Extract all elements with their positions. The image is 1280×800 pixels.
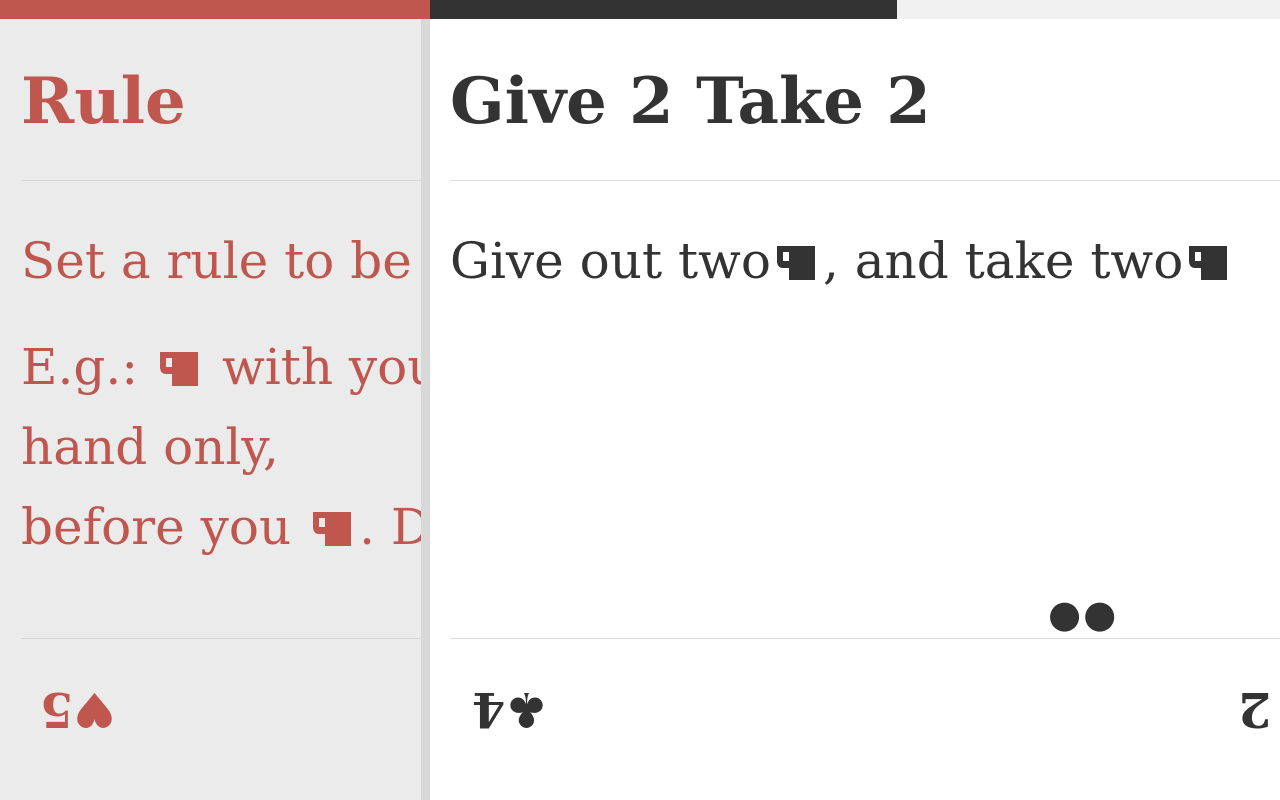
give-take-text-b: , and take two (822, 232, 1184, 290)
mug-icon (313, 512, 352, 546)
give-take-text-a: Give out two (450, 232, 771, 290)
progress-bar (0, 0, 1280, 19)
mug-icon (160, 352, 199, 386)
give-take-divider-top (450, 180, 1280, 181)
card-value-right: 2 (1238, 681, 1272, 737)
progress-segment-rule (0, 0, 430, 19)
give-take-divider-bottom (450, 638, 1280, 639)
card-shadow (421, 19, 430, 800)
progress-segment-remaining (897, 0, 1280, 19)
give-take-corner-right: 2 (1238, 681, 1272, 737)
give-take-corner: 4♣ (472, 681, 549, 737)
mug-icon (1189, 246, 1228, 280)
give-take-card-title: Give 2 Take 2 (450, 64, 931, 139)
rule-example-prefix: E.g.: (21, 338, 139, 396)
card-value: 5 (40, 681, 74, 737)
rule-card-description: Set a rule to be followed. (21, 232, 430, 290)
progress-segment-current (430, 0, 897, 19)
rule-card[interactable]: Rule Set a rule to be followed. E.g.: wi… (0, 19, 430, 800)
rule-card-example: E.g.: with your left hand only, before y… (21, 327, 430, 567)
rule-card-title: Rule (21, 64, 186, 139)
rule-card-corner: 5♥ (40, 681, 117, 737)
rule-example-end: . Do (359, 498, 430, 556)
drink-count-dots: ●● (1048, 592, 1119, 636)
give-take-card[interactable]: Give 2 Take 2 Give out two , and take two… (430, 19, 1280, 800)
heart-suit-icon: ♥ (73, 681, 117, 737)
rule-example-line2: before you (21, 498, 292, 556)
mug-icon (776, 246, 815, 280)
rule-card-divider-top (21, 180, 430, 181)
give-take-description: Give out two , and take two (450, 226, 1235, 296)
card-value: 4 (472, 681, 506, 737)
club-suit-icon: ♣ (505, 681, 549, 737)
rule-card-divider-bottom (21, 638, 430, 639)
